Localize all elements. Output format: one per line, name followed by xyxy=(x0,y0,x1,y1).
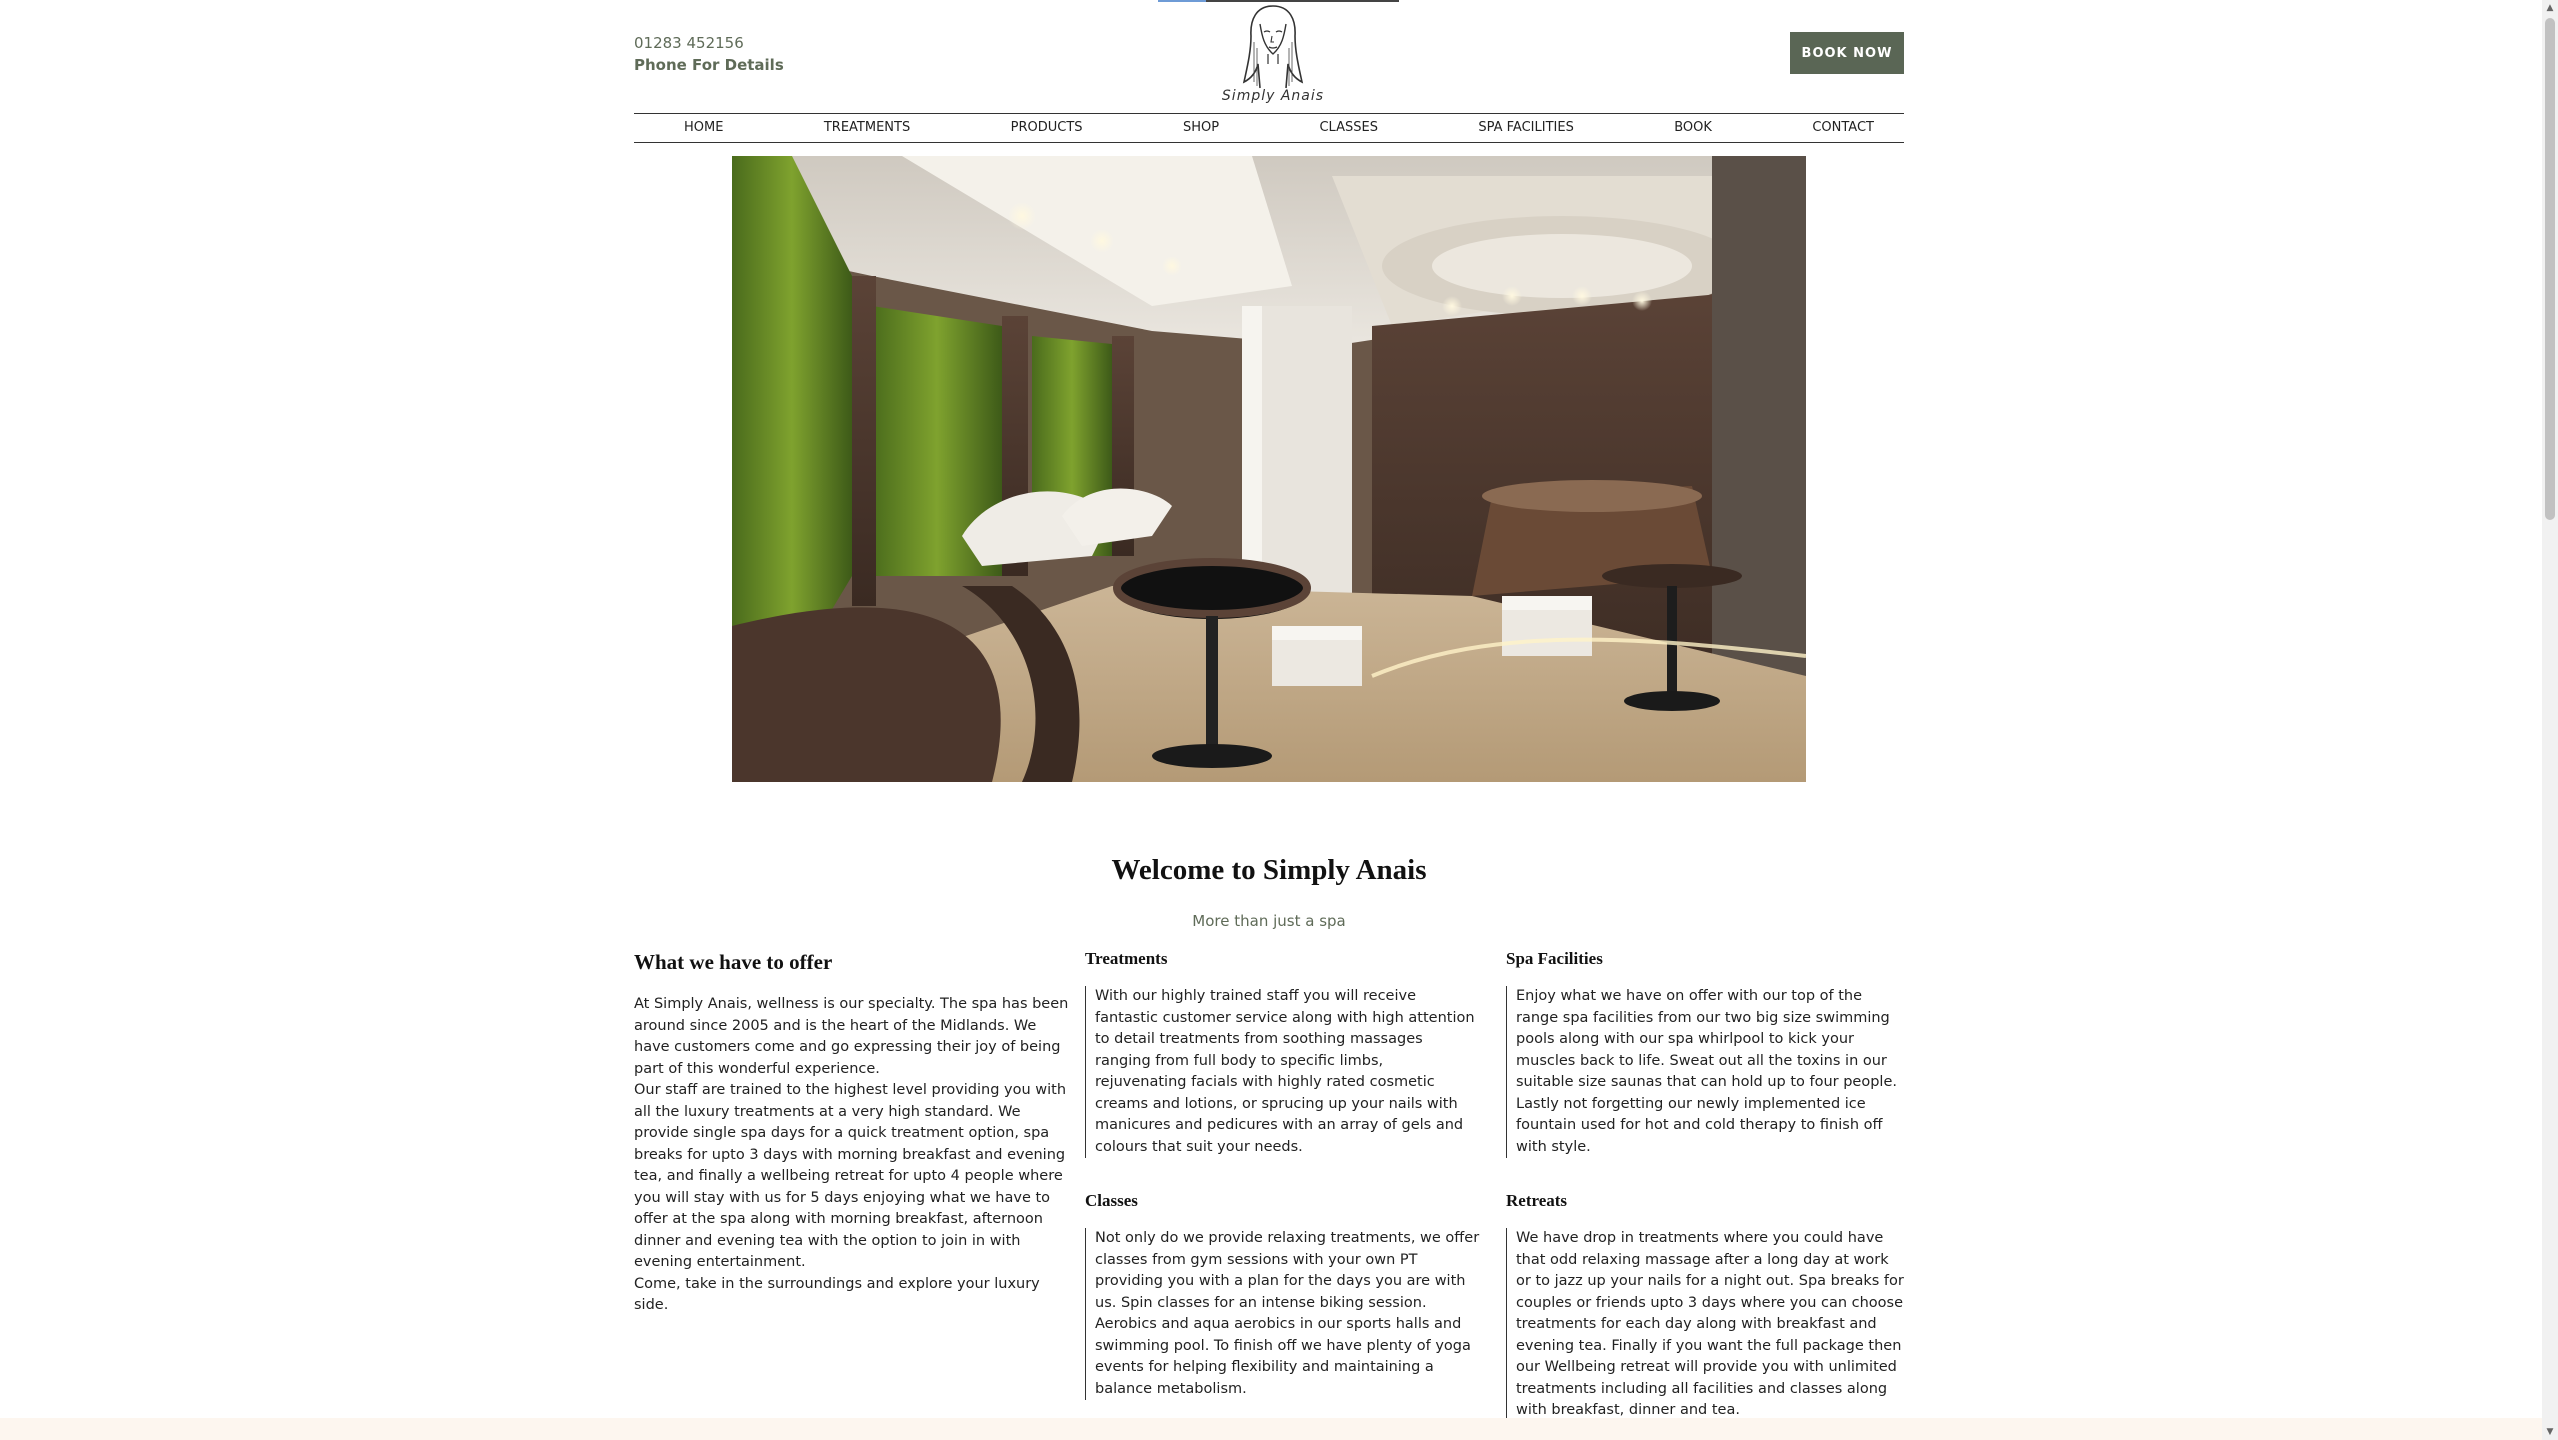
scroll-up-icon[interactable]: ▲ xyxy=(2542,0,2558,16)
top-accent-segment xyxy=(1158,0,1206,2)
hero-spa-image xyxy=(732,156,1806,782)
hero-spa-illustration xyxy=(732,156,1806,782)
welcome-subtitle: More than just a spa xyxy=(1192,912,1346,930)
welcome-title: Welcome to Simply Anais xyxy=(1111,854,1427,886)
footer-strip xyxy=(0,1418,2542,1440)
nav-item-products[interactable]: PRODUCTS xyxy=(961,114,1133,141)
spa-facilities-body: Enjoy what we have on offer with our top… xyxy=(1506,986,1904,1158)
offer-paragraph-1: At Simply Anais, wellness is our special… xyxy=(634,996,1069,1077)
retreats-body: We have drop in treatments where you cou… xyxy=(1506,1228,1904,1422)
nav-list: HOME TREATMENTS PRODUCTS SHOP CLASSES SP… xyxy=(634,114,1904,141)
classes-title: Classes xyxy=(1085,1191,1138,1210)
nav-item-home[interactable]: HOME xyxy=(634,114,773,141)
book-now-button[interactable]: BOOK NOW xyxy=(1790,32,1904,74)
retreats-title: Retreats xyxy=(1506,1191,1568,1210)
nav-item-shop[interactable]: SHOP xyxy=(1133,114,1269,141)
offer-paragraph-3: Come, take in the surroundings and explo… xyxy=(634,1275,1040,1314)
phone-note: Phone For Details xyxy=(634,56,784,74)
scroll-down-icon[interactable]: ▼ xyxy=(2542,1424,2558,1440)
phone-block: 01283 452156 Phone For Details xyxy=(634,32,784,76)
treatments-body: With our highly trained staff you will r… xyxy=(1085,986,1477,1158)
treatments-title: Treatments xyxy=(1085,949,1168,968)
classes-body: Not only do we provide relaxing treatmen… xyxy=(1085,1228,1483,1400)
phone-number[interactable]: 01283 452156 xyxy=(634,32,784,54)
site-logo[interactable]: Simply Anais xyxy=(1208,2,1338,106)
page: 01283 452156 Phone For Details Simply An… xyxy=(0,0,2542,1440)
nav-item-classes[interactable]: CLASSES xyxy=(1269,114,1427,141)
scrollbar-thumb[interactable] xyxy=(2545,18,2555,520)
vertical-scrollbar[interactable]: ▲ ▼ xyxy=(2542,0,2558,1440)
offer-body: At Simply Anais, wellness is our special… xyxy=(634,994,1070,1317)
nav-item-book[interactable]: BOOK xyxy=(1624,114,1762,141)
offer-paragraph-2: Our staff are trained to the highest lev… xyxy=(634,1082,1067,1270)
nav-item-contact[interactable]: CONTACT xyxy=(1762,114,1904,141)
woman-face-logo-icon xyxy=(1242,5,1304,89)
offer-title: What we have to offer xyxy=(634,950,833,974)
spa-facilities-title: Spa Facilities xyxy=(1506,949,1603,968)
brand-name: Simply Anais xyxy=(1221,88,1325,104)
nav-item-treatments[interactable]: TREATMENTS xyxy=(774,114,960,141)
main-nav: HOME TREATMENTS PRODUCTS SHOP CLASSES SP… xyxy=(634,113,1904,143)
nav-item-spa-facilities[interactable]: SPA FACILITIES xyxy=(1428,114,1623,141)
